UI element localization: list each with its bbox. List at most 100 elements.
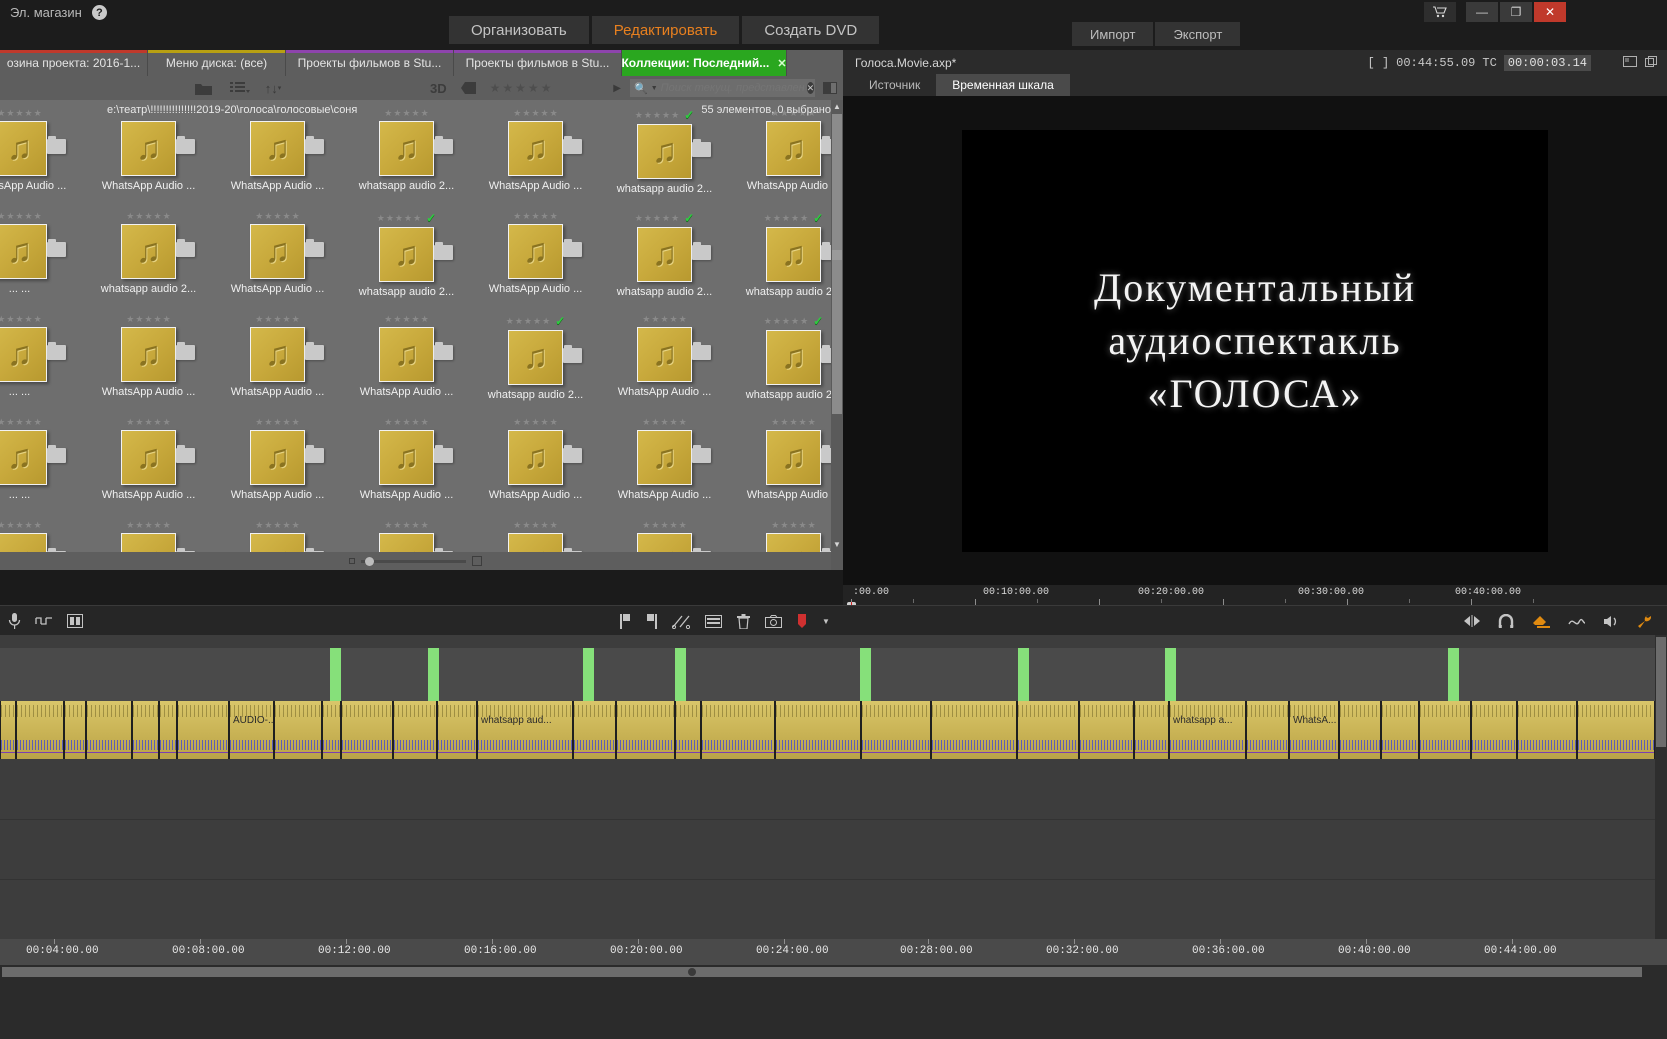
timeline-clip[interactable] [675,701,701,759]
media-item[interactable]: ★ ★ ★ ★ ★ ✓ ♫ whatsapp audio 2... [729,306,843,409]
star-icon[interactable]: ★ [780,520,788,531]
star-icon[interactable]: ★ [541,417,549,428]
clip-volume-line[interactable] [1340,752,1380,753]
star-icon[interactable]: ★ [6,417,14,428]
timeline-horizontal-scrollbar[interactable] [0,965,1667,979]
star-icon[interactable]: ★ [799,520,807,531]
thumbnail[interactable]: ♫ [600,428,729,486]
browser-scrollbar[interactable]: ▲ ▼ [831,100,843,570]
star-icon[interactable]: ★ [513,108,521,119]
star-icon[interactable]: ★ [799,417,807,428]
folder-icon[interactable] [563,239,582,257]
clip-volume-line[interactable] [1135,752,1168,753]
star-icon[interactable]: ★ [135,314,143,325]
media-item[interactable]: ★ ★ ★ ★ ★ ♫ whatsapp audio 2... [84,203,213,306]
mark-in-icon[interactable] [620,613,631,629]
clip-volume-line[interactable] [178,752,228,753]
project-tab-1[interactable]: Меню диска: (все) [148,50,286,76]
magnet-icon[interactable] [1498,613,1515,629]
thumbnail[interactable]: ♫ [0,222,84,280]
panel-icon[interactable] [823,82,837,94]
tag-icon[interactable] [460,82,476,94]
folder-icon[interactable] [434,342,453,360]
folder-icon[interactable] [305,239,324,257]
timeline-clip[interactable] [775,701,861,759]
star-icon[interactable]: ★ [773,213,781,224]
zoom-knob[interactable] [365,556,374,566]
folder-icon[interactable] [305,445,324,463]
folder-icon[interactable] [434,242,453,260]
clip-volume-line[interactable] [617,752,674,753]
clip-icon[interactable] [705,614,722,628]
star-icon[interactable]: ★ [808,520,816,531]
star-icon[interactable]: ★ [163,314,171,325]
marker-icon[interactable] [797,613,807,629]
clip-volume-line[interactable] [574,752,615,753]
folder-icon[interactable] [305,342,324,360]
star-icon[interactable]: ★ [144,314,152,325]
clip-volume-line[interactable] [1518,752,1576,753]
media-item[interactable]: ★★★★★♫WhatsApp Audio ... [213,306,342,409]
star-icon[interactable]: ★ [393,314,401,325]
clip-volume-line[interactable] [676,752,700,753]
star-icon[interactable]: ★ [800,213,808,224]
folder-icon[interactable] [563,136,582,154]
timeline-marker[interactable] [583,648,594,701]
media-item[interactable]: ★ ★ ★ ★ ★ ♫... ... [0,203,84,306]
clip-volume-line[interactable] [1247,752,1288,753]
chevron-down-icon[interactable]: ▼ [822,617,830,626]
thumbnail[interactable]: ♫ [0,119,84,177]
close-button[interactable]: ✕ [1534,2,1566,22]
star-icon[interactable]: ★ [163,520,171,531]
timeline-clip[interactable] [1577,701,1655,759]
star-icon[interactable]: ★ [421,314,429,325]
star-icon[interactable]: ★ [550,108,558,119]
star-icon[interactable]: ★ [671,110,679,121]
rating-stars[interactable]: ★★★★★ [84,417,213,428]
star-icon[interactable]: ★ [384,520,392,531]
timeline-clip[interactable] [177,701,229,759]
rating-stars[interactable]: ★★★★★ [342,108,471,119]
clip-volume-line[interactable] [1170,752,1245,753]
star-icon[interactable]: ★ [34,417,42,428]
thumbnail-zoom-slider[interactable] [0,552,831,570]
star-icon[interactable]: ★ [386,213,394,224]
star-icon[interactable]: ★ [773,316,781,327]
star-icon[interactable]: ★ [154,314,162,325]
star-icon[interactable]: ★ [808,417,816,428]
star-icon[interactable]: ★ [513,211,521,222]
star-icon[interactable]: ★ [15,520,23,531]
star-icon[interactable]: ★ [135,520,143,531]
star-icon[interactable]: ★ [34,314,42,325]
star-icon[interactable]: ★ [800,316,808,327]
timeline-clip[interactable] [341,701,393,759]
scroll-down-icon[interactable]: ▼ [833,540,841,549]
star-icon[interactable]: ★ [402,417,410,428]
media-item[interactable]: ★★★★★♫WhatsApp Audio ... [84,409,213,512]
star-icon[interactable]: ★ [653,213,661,224]
timeline-vertical-scrollbar[interactable] [1655,635,1667,939]
timeline-clip[interactable] [573,701,616,759]
rating-stars[interactable]: ★★★★★ [0,211,84,222]
thumbnail[interactable]: ♫ [213,325,342,383]
star-icon[interactable]: ★ [642,520,650,531]
media-item[interactable]: ★★★★★♫WhatsApp Audio ... [600,306,729,409]
star-icon[interactable]: ★ [126,211,134,222]
star-icon[interactable]: ★ [653,110,661,121]
star-icon[interactable]: ★ [541,81,552,95]
timeline-clip[interactable] [861,701,931,759]
timeline-clip[interactable] [132,701,159,759]
preview-tab-1[interactable]: Временная шкала [936,74,1070,96]
thumbnail[interactable]: ♫ [729,119,843,177]
rating-stars[interactable]: ★★★★★ [0,314,84,325]
scroll-up-icon[interactable]: ▲ [833,102,841,111]
star-icon[interactable]: ★ [679,314,687,325]
star-icon[interactable]: ★ [15,314,23,325]
timeline-clip[interactable] [393,701,437,759]
star-icon[interactable]: ★ [393,108,401,119]
clip-volume-line[interactable] [342,752,392,753]
rating-stars[interactable]: ★★★★★ [342,520,471,531]
star-icon[interactable]: ★ [513,417,521,428]
clip-volume-line[interactable] [1,752,15,753]
star-icon[interactable]: ★ [522,520,530,531]
